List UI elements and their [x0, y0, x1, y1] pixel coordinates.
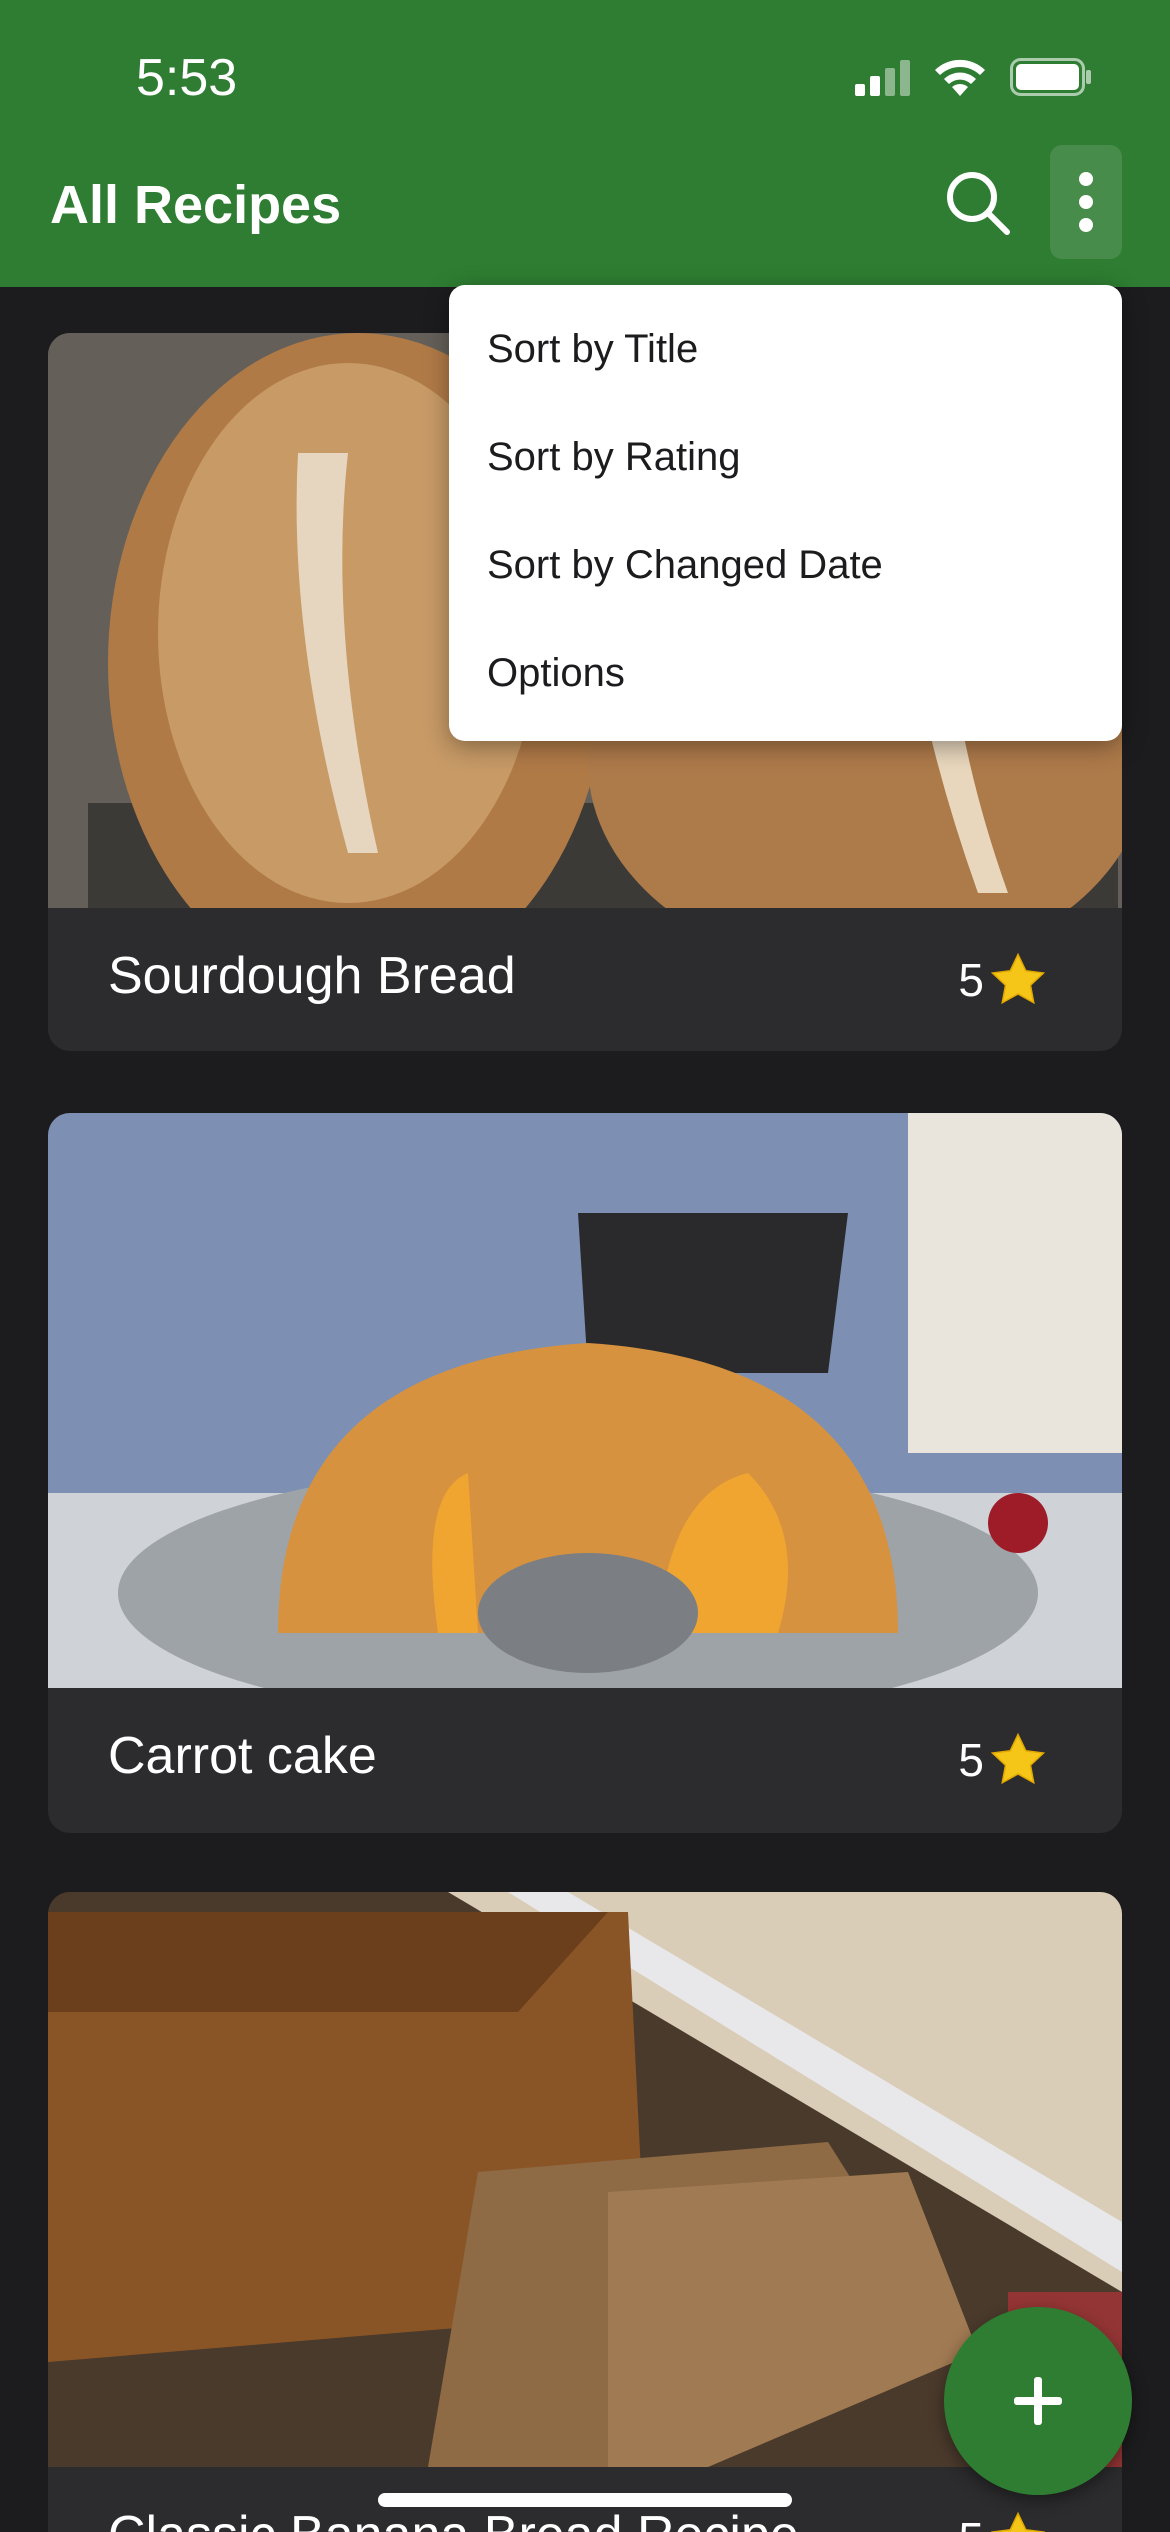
- home-indicator[interactable]: [378, 2493, 792, 2507]
- overflow-menu: Sort by Title Sort by Rating Sort by Cha…: [449, 285, 1122, 741]
- menu-item-sort-rating[interactable]: Sort by Rating: [487, 435, 740, 480]
- star-icon: [990, 952, 1046, 1005]
- more-menu-button[interactable]: [1050, 145, 1122, 259]
- recipe-rating: 5: [958, 2509, 1048, 2532]
- recipe-card[interactable]: Carrot cake 5: [48, 1113, 1122, 1833]
- search-icon: [946, 171, 1010, 235]
- menu-item-sort-title[interactable]: Sort by Title: [487, 327, 698, 372]
- app-bar: 5:53 All Recipes: [0, 0, 1170, 287]
- recipe-rating: 5: [958, 1730, 1048, 1790]
- menu-item-sort-changed-date[interactable]: Sort by Changed Date: [487, 543, 883, 588]
- recipe-rating: 5: [958, 950, 1048, 1010]
- menu-item-options[interactable]: Options: [487, 651, 625, 696]
- battery-icon: [1010, 58, 1091, 96]
- more-vertical-icon: [1079, 172, 1093, 232]
- star-icon: [990, 2511, 1046, 2532]
- rating-value: 5: [958, 2512, 984, 2532]
- recipe-image: [48, 1113, 1122, 1688]
- rating-value: 5: [958, 1734, 984, 1786]
- page-title: All Recipes: [50, 175, 342, 235]
- rating-value: 5: [958, 954, 984, 1006]
- wifi-icon: [935, 59, 985, 96]
- recipe-title: Sourdough Bread: [108, 947, 516, 1005]
- plus-icon: [1014, 2377, 1062, 2425]
- status-time: 5:53: [136, 49, 238, 107]
- add-recipe-button[interactable]: [944, 2307, 1132, 2495]
- search-button[interactable]: [930, 155, 1025, 250]
- star-icon: [990, 1732, 1046, 1785]
- cellular-signal-icon: [855, 60, 910, 96]
- recipe-title: Classic Banana Bread Recipe: [108, 2505, 799, 2532]
- recipe-title: Carrot cake: [108, 1727, 377, 1785]
